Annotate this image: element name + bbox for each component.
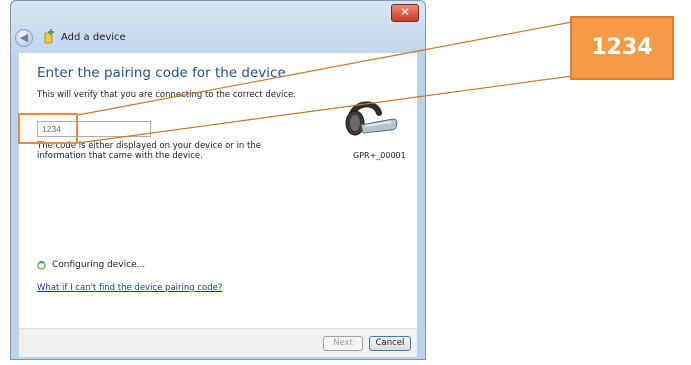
code-highlight-box [18,113,78,144]
pairing-code-callout: 1234 [570,16,674,80]
